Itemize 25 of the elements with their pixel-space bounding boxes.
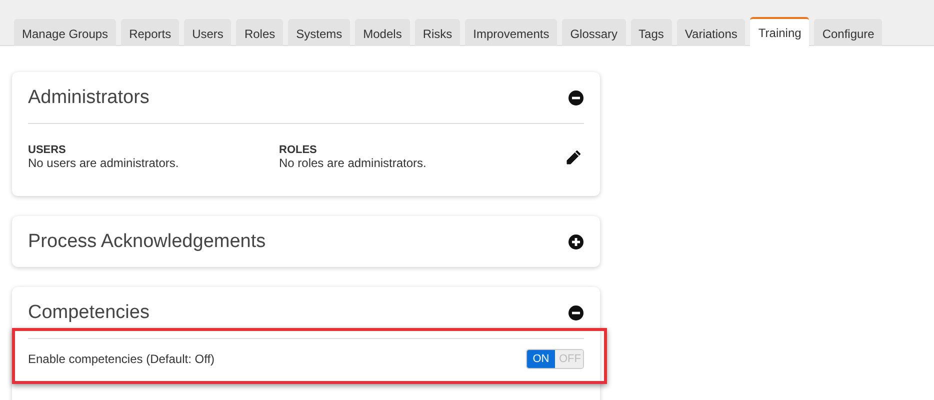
tab[interactable]: Manage Groups xyxy=(14,19,116,46)
panel-title: Administrators xyxy=(28,86,150,108)
tab[interactable]: Systems xyxy=(288,19,350,46)
tab[interactable]: Configure xyxy=(814,19,882,46)
tab[interactable]: Variations xyxy=(676,19,746,46)
tab[interactable]: Users xyxy=(184,19,232,46)
panel-title: Process Acknowledgements xyxy=(28,230,266,252)
column-text: No users are administrators. xyxy=(28,156,180,170)
column-heading: ROLES xyxy=(279,144,318,156)
collapse-icon[interactable] xyxy=(568,90,584,106)
tab[interactable]: Glossary xyxy=(562,19,626,46)
tab[interactable]: Reports xyxy=(121,19,180,46)
column-heading: USERS xyxy=(28,144,67,156)
tab[interactable]: Roles xyxy=(236,19,284,46)
tab[interactable]: Improvements xyxy=(465,19,558,46)
tab[interactable]: Risks xyxy=(414,19,460,46)
tab[interactable]: Tags xyxy=(630,19,672,46)
pencil-icon[interactable] xyxy=(565,148,582,166)
column-text: No roles are administrators. xyxy=(279,156,428,170)
expand-icon[interactable] xyxy=(568,234,584,250)
setting-label: Enable competencies (Default: Off) xyxy=(28,352,215,366)
tab[interactable]: Models xyxy=(355,19,410,46)
panel-title: Competencies xyxy=(28,302,150,324)
tab[interactable]: Training xyxy=(750,17,810,46)
collapse-icon[interactable] xyxy=(568,304,584,320)
